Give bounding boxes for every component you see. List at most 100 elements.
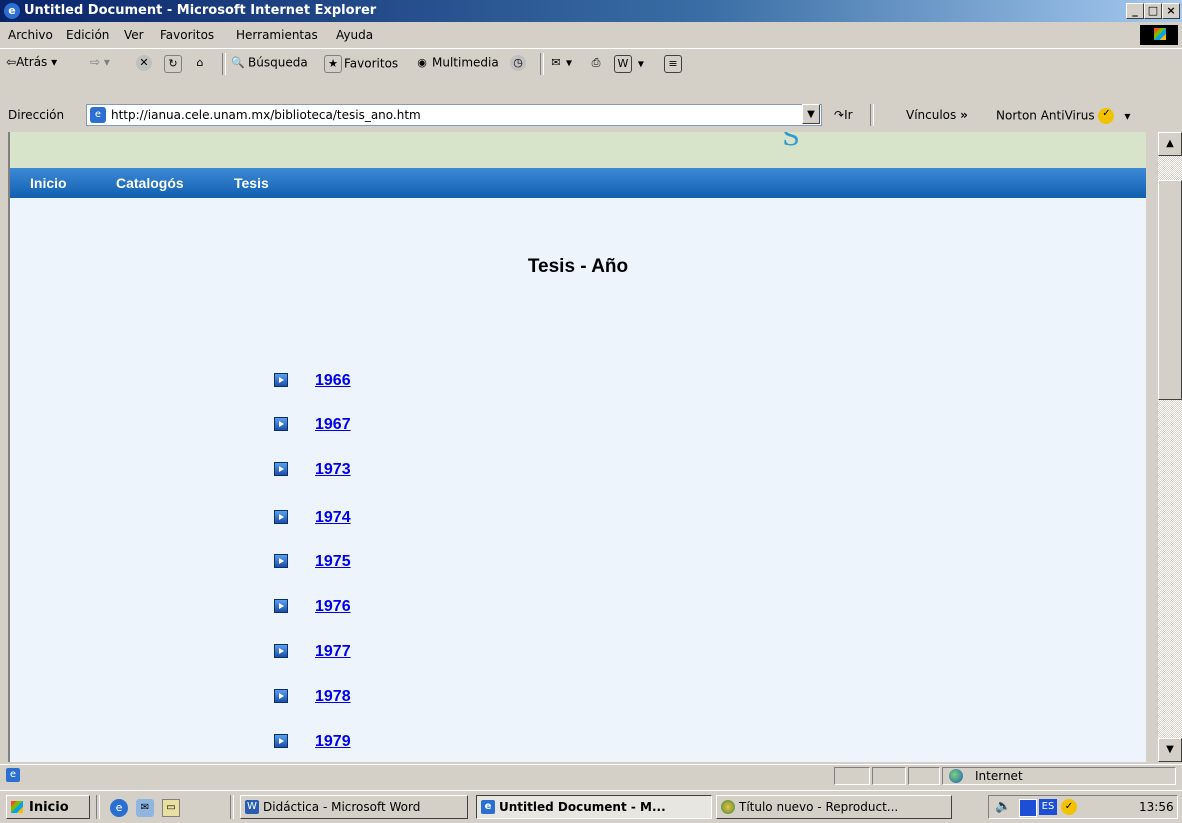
address-url: http://ianua.cele.unam.mx/biblioteca/tes… (111, 108, 421, 122)
history-button[interactable]: ◷ (510, 55, 528, 71)
play-bullet-icon (274, 373, 288, 387)
play-bullet-icon (274, 417, 288, 431)
ie-icon: e (481, 800, 495, 814)
scroll-thumb[interactable] (1158, 180, 1182, 400)
status-panel (872, 767, 906, 785)
print-button[interactable]: ⎙ (588, 55, 606, 71)
toolbar: ⇦Atrás ▾ ⇨ ▾ ✕ ↻ ⌂ 🔍 Búsqueda ★ Favoritos … (0, 48, 1182, 79)
page-icon: e (90, 107, 106, 123)
play-bullet-icon (274, 510, 288, 524)
links-button[interactable]: Vínculos » (906, 108, 968, 122)
quicklaunch-outlook-icon[interactable]: ✉ (136, 799, 154, 817)
windows-logo-icon (1140, 25, 1178, 45)
close-button[interactable]: × (1162, 3, 1180, 19)
year-link[interactable]: 1975 (315, 553, 351, 571)
scroll-down-button[interactable]: ▼ (1158, 738, 1182, 762)
favorites-button[interactable]: ★ Favoritos (324, 55, 398, 73)
year-link[interactable]: 1978 (315, 688, 351, 706)
refresh-icon: ↻ (164, 55, 182, 73)
page-viewport: S Inicio Catalogós Tesis Tesis - Año 196… (8, 132, 1146, 762)
task-media-player[interactable]: Título nuevo - Reproduct... (716, 795, 952, 819)
year-link[interactable]: 1979 (315, 733, 351, 751)
taskbar-separator (96, 795, 100, 819)
menu-bar: Archivo Edición Ver Favoritos Herramient… (0, 24, 1182, 46)
nav-tesis[interactable]: Tesis (234, 175, 269, 191)
stop-button[interactable]: ✕ (136, 55, 154, 71)
maximize-button[interactable]: □ (1144, 3, 1162, 19)
vertical-scrollbar[interactable]: ▲ ▼ (1158, 132, 1182, 762)
menu-edicion[interactable]: Edición (66, 28, 109, 42)
task-ie[interactable]: e Untitled Document - M... (476, 795, 712, 819)
discuss-icon: ≡ (664, 55, 682, 73)
search-icon: 🔍 (231, 56, 245, 69)
norton-tray-icon[interactable]: ✓ (1061, 799, 1077, 815)
menu-archivo[interactable]: Archivo (8, 28, 53, 42)
go-button[interactable]: ↷Ir (834, 108, 853, 122)
menu-favoritos[interactable]: Favoritos (160, 28, 214, 42)
search-button[interactable]: 🔍 Búsqueda (230, 55, 308, 71)
mail-button[interactable]: ✉ ▾ (548, 55, 572, 71)
zone-panel: Internet (942, 767, 1176, 785)
nav-inicio[interactable]: Inicio (30, 175, 67, 191)
refresh-button[interactable]: ↻ (164, 55, 184, 73)
play-bullet-icon (274, 599, 288, 613)
history-icon: ◷ (510, 55, 526, 71)
home-button[interactable]: ⌂ (192, 55, 210, 71)
back-button[interactable]: ⇦Atrás ▾ (6, 55, 57, 69)
word-edit-icon: W (614, 55, 632, 73)
scroll-up-button[interactable]: ▲ (1158, 132, 1182, 156)
minimize-button[interactable]: _ (1126, 3, 1144, 19)
year-link[interactable]: 1974 (315, 509, 351, 527)
window-title: Untitled Document - Microsoft Internet E… (24, 3, 377, 18)
year-link[interactable]: 1973 (315, 461, 351, 479)
year-link[interactable]: 1966 (315, 372, 351, 390)
page-title: Tesis - Año (527, 256, 629, 277)
volume-icon[interactable]: 🔈 (995, 799, 1011, 814)
site-logo: S (782, 132, 800, 152)
discuss-button[interactable]: ≡ (664, 55, 684, 73)
title-bar[interactable]: e Untitled Document - Microsoft Internet… (0, 0, 1182, 22)
media-tray-icon[interactable] (1019, 799, 1037, 817)
norton-antivirus-button[interactable]: Norton AntiVirus ✓ ▾ (996, 108, 1130, 124)
play-bullet-icon (274, 689, 288, 703)
go-arrow-icon: ↷ (834, 108, 845, 122)
back-arrow-icon: ⇦ (6, 55, 17, 69)
media-button[interactable]: ◉ Multimedia (414, 55, 499, 71)
nav-catalogos[interactable]: Catalogós (116, 175, 184, 191)
address-input[interactable]: e http://ianua.cele.unam.mx/biblioteca/t… (86, 104, 822, 126)
edit-button[interactable]: W ▾ (614, 55, 644, 73)
stop-icon: ✕ (136, 55, 152, 71)
taskbar: Inicio e ✉ ▭ W Didáctica - Microsoft Wor… (0, 790, 1182, 823)
clock: 13:56 (1139, 800, 1174, 814)
zone-label: Internet (975, 769, 1023, 783)
word-icon: W (245, 800, 259, 814)
task-word[interactable]: W Didáctica - Microsoft Word (240, 795, 468, 819)
favorites-icon: ★ (324, 55, 342, 73)
year-link[interactable]: 1967 (315, 416, 351, 434)
status-panel (834, 767, 870, 785)
globe-icon (949, 769, 963, 783)
address-separator (870, 104, 874, 126)
address-dropdown-button[interactable]: ▼ (802, 104, 820, 124)
quicklaunch-ie-icon[interactable]: e (110, 799, 128, 817)
address-label: Dirección (8, 108, 65, 122)
status-panel (908, 767, 940, 785)
year-link[interactable]: 1977 (315, 643, 351, 661)
language-indicator[interactable]: ES (1039, 799, 1057, 815)
print-icon: ⎙ (591, 56, 601, 69)
start-button[interactable]: Inicio (6, 795, 90, 819)
ie-icon: e (4, 3, 20, 19)
menu-herramientas[interactable]: Herramientas (236, 28, 318, 42)
menu-ayuda[interactable]: Ayuda (336, 28, 373, 42)
play-bullet-icon (274, 462, 288, 476)
page-status-icon: e (6, 768, 20, 782)
home-icon: ⌂ (196, 56, 204, 69)
play-bullet-icon (274, 554, 288, 568)
site-nav: Inicio Catalogós Tesis (10, 168, 1146, 198)
system-tray: 🔈 ES ✓ 13:56 (988, 795, 1178, 819)
toolbar-separator (540, 53, 544, 75)
year-link[interactable]: 1976 (315, 598, 351, 616)
forward-button[interactable]: ⇨ ▾ (90, 55, 110, 69)
quicklaunch-desktop-icon[interactable]: ▭ (162, 799, 180, 817)
menu-ver[interactable]: Ver (124, 28, 144, 42)
